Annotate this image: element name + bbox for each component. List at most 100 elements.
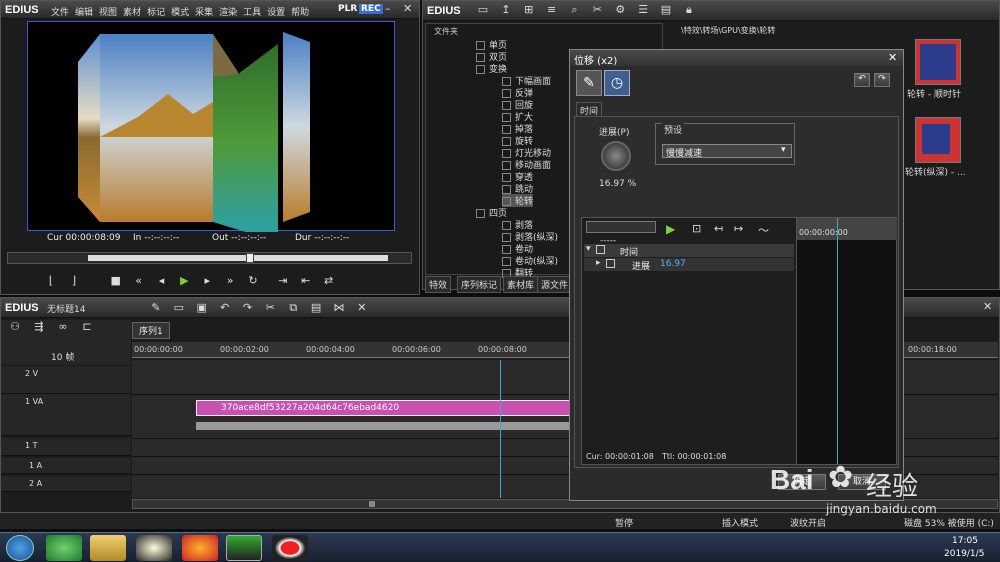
playhead-line[interactable] — [500, 360, 501, 498]
frames-scale[interactable]: 10 帧 — [51, 350, 74, 363]
mode-icon[interactable]: ⚇ — [8, 320, 22, 334]
preset-select[interactable]: 慢慢减速 ▾ — [662, 144, 792, 159]
clock-button[interactable]: ◷ — [604, 70, 630, 96]
plr-button[interactable]: PLR — [338, 4, 357, 14]
up-icon[interactable]: ↥ — [499, 3, 513, 17]
track-row-time[interactable]: ▾ 时间 — [584, 244, 794, 258]
menu-item[interactable]: 视图 — [99, 8, 117, 18]
delete-icon[interactable]: ✕ — [355, 301, 369, 315]
track-header-1t[interactable]: 1 T — [1, 438, 131, 456]
tree-icon[interactable]: ⊞ — [522, 3, 536, 17]
copy-icon[interactable]: ⧉ — [286, 301, 300, 315]
view-icon[interactable]: ≡ — [545, 3, 559, 17]
undo-icon[interactable]: ↶ — [218, 301, 232, 315]
status-insert-mode[interactable]: 插入模式 — [722, 516, 758, 529]
menu-item[interactable]: 素材 — [123, 8, 141, 18]
loop-icon[interactable]: ↻ — [246, 274, 260, 288]
play-icon[interactable]: ▶ — [666, 222, 675, 236]
close-icon[interactable]: ✕ — [983, 300, 992, 313]
audio-clip-bar[interactable] — [196, 422, 616, 430]
step-forward-icon[interactable]: ▸ — [200, 274, 214, 288]
taskbar-app-edius[interactable] — [226, 535, 262, 561]
menu-item[interactable]: 编辑 — [75, 8, 93, 18]
menu-item[interactable]: 帮助 — [291, 8, 309, 18]
link-icon[interactable]: ∞ — [56, 320, 70, 334]
stop-icon[interactable]: ■ — [109, 274, 123, 288]
brush-button[interactable]: ✎ — [576, 70, 602, 96]
progress-value: 16.97 % — [599, 179, 637, 189]
track-header-1va[interactable]: 1 VA — [1, 394, 131, 436]
menu-item[interactable]: 设置 — [267, 8, 285, 18]
taskbar-app-browser[interactable] — [46, 535, 82, 561]
track-header-1a[interactable]: 1 A — [1, 458, 131, 474]
progress-knob[interactable] — [601, 141, 631, 171]
graph-icon[interactable]: 〜 — [758, 222, 769, 238]
tab-source[interactable]: 源文件 — [537, 276, 573, 293]
cut-icon[interactable]: ✂ — [590, 3, 604, 17]
progress-track-value[interactable]: 16.97 — [660, 259, 686, 269]
step-back-icon[interactable]: ◂ — [155, 274, 169, 288]
track-header-2v[interactable]: 2 V — [1, 366, 131, 394]
graph-playhead[interactable] — [837, 218, 838, 464]
fast-forward-icon[interactable]: » — [223, 274, 237, 288]
props-icon[interactable]: ▤ — [659, 3, 673, 17]
add-keyframe-icon[interactable]: ⊡ — [692, 222, 701, 235]
tab-sequence-markers[interactable]: 序列标记 — [457, 276, 502, 293]
start-button[interactable] — [6, 535, 34, 561]
tab-effects[interactable]: 特效 — [425, 276, 452, 293]
thumb-1[interactable] — [915, 39, 961, 85]
replace-icon[interactable]: ⇄ — [322, 274, 336, 288]
paste-icon[interactable]: ▤ — [309, 301, 323, 315]
preview-frame — [78, 32, 310, 242]
rewind-icon[interactable]: « — [132, 274, 146, 288]
timecode-field[interactable] — [586, 221, 656, 233]
keyframe-graph[interactable]: 00:00:00:00 — [796, 218, 897, 464]
open-icon[interactable]: ▭ — [172, 301, 186, 315]
search-icon[interactable]: ⌕ — [568, 3, 582, 17]
next-keyframe-icon[interactable]: ↦ — [734, 222, 743, 235]
split-icon[interactable]: ⋈ — [332, 301, 346, 315]
menu-item[interactable]: 标记 — [147, 8, 165, 18]
mark-in-icon[interactable]: ⌊ — [44, 274, 58, 288]
menu-item[interactable]: 工具 — [243, 8, 261, 18]
overwrite-icon[interactable]: ⇥ — [276, 274, 290, 288]
taskbar-app-explorer[interactable] — [90, 535, 126, 561]
menu-item[interactable]: 采集 — [195, 8, 213, 18]
mark-out-icon[interactable]: ⌋ — [67, 274, 81, 288]
undo-icon[interactable]: ↶ — [854, 73, 870, 87]
scrub-bar[interactable] — [7, 252, 412, 264]
clock-date[interactable]: 2019/1/5 — [944, 549, 984, 559]
track-row-progress[interactable]: ▸ 进展 16.97 — [584, 258, 794, 272]
track-header-2a[interactable]: 2 A — [1, 476, 131, 492]
menu-item[interactable]: 文件 — [51, 8, 69, 18]
insert-icon[interactable]: ⇤ — [299, 274, 313, 288]
sync-icon[interactable]: ⇶ — [32, 320, 46, 334]
lock-icon[interactable]: 🔒︎ — [682, 3, 696, 17]
prev-keyframe-icon[interactable]: ↤ — [714, 222, 723, 235]
menu-item[interactable]: 模式 — [171, 8, 189, 18]
minimize-icon[interactable]: – — [385, 2, 391, 15]
rec-button[interactable]: REC — [359, 4, 383, 14]
menu-item[interactable]: 渲染 — [219, 8, 237, 18]
clock-time[interactable]: 17:05 — [952, 536, 978, 546]
thumb-2[interactable] — [915, 117, 961, 163]
taskbar-app-qq[interactable] — [136, 535, 172, 561]
cut-icon[interactable]: ✂ — [263, 301, 277, 315]
scrub-handle[interactable] — [246, 253, 254, 263]
taskbar-app-firefox[interactable] — [182, 535, 218, 561]
close-icon[interactable]: ✕ — [888, 51, 897, 64]
taskbar-app-recorder[interactable] — [272, 535, 308, 561]
redo-icon[interactable]: ↷ — [241, 301, 255, 315]
tab-library[interactable]: 素材库 — [503, 276, 539, 293]
close-icon[interactable]: ✕ — [403, 2, 412, 15]
play-icon[interactable]: ▶ — [177, 274, 191, 288]
folder-icon[interactable]: ▭ — [476, 3, 490, 17]
redo-icon[interactable]: ↷ — [874, 73, 890, 87]
new-icon[interactable]: ✎ — [149, 301, 163, 315]
list-icon[interactable]: ☰ — [636, 3, 650, 17]
sequence-tab[interactable]: 序列1 — [132, 322, 170, 339]
settings-icon[interactable]: ⚙ — [613, 3, 627, 17]
video-clip[interactable]: 370ace8df53227a204d64c76ebad4620 — [196, 400, 616, 416]
save-icon[interactable]: ▣ — [195, 301, 209, 315]
group-icon[interactable]: ⊏ — [80, 320, 94, 334]
